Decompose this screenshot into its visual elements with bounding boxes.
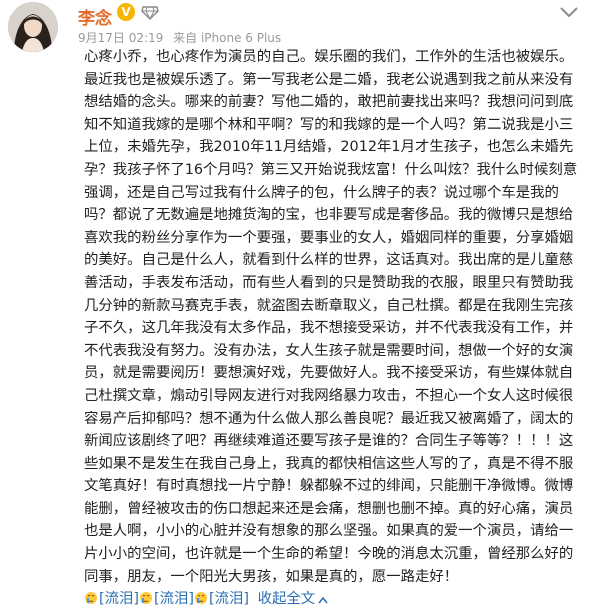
crying-icon [139,590,153,606]
collapse-full-text-link[interactable]: 收起全文 [258,591,329,607]
verified-badge: V [117,3,135,21]
chevron-up-icon [318,589,328,604]
post-text: 心疼小乔，也心疼作为演员的自己。娱乐圈的我们，工作外的生活也被娱乐。最近我也是被… [84,49,578,585]
tear-emoji-label: [流泪] [154,591,195,608]
post-header: 李念 V 9月17日 02:19 来自 iPhone 6 Plus [0,0,594,52]
post-source: 来自 iPhone 6 Plus [173,31,282,45]
avatar[interactable] [8,2,58,52]
crying-icon [194,590,208,606]
user-name[interactable]: 李念 [78,4,112,29]
post-meta: 9月17日 02:19 来自 iPhone 6 Plus [78,29,287,46]
crying-icon [84,590,98,606]
collapse-label: 收起全文 [257,591,316,608]
tear-emoji-label: [流泪] [209,591,250,608]
post-date: 9月17日 02:19 [78,31,164,45]
post-body: 心疼小乔，也心疼作为演员的自己。娱乐圈的我们，工作外的生活也被娱乐。最近我也是被… [84,46,582,611]
diamond-vip-icon [141,5,159,20]
tear-emoji-label: [流泪] [99,591,140,608]
post-footer-line: [流泪] [流泪] [流泪] 收起全文 [84,588,582,611]
chevron-down-icon[interactable] [558,4,580,20]
